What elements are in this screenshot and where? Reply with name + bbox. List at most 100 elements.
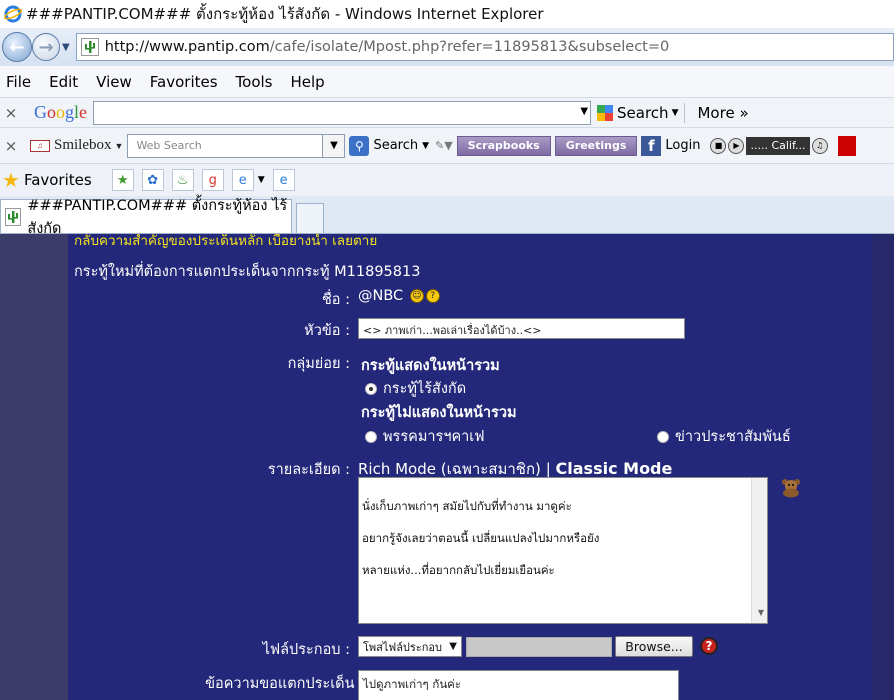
file-path-input[interactable] [466,637,612,657]
textarea-scrollbar[interactable]: ▼ [751,478,767,623]
radio-player: ■ ▶ ..... Calif... ♫ [710,136,828,156]
post-form: กลับความสำคัญของประเด็นหลัก เบื่อยางนำ เ… [68,234,872,700]
menu-favorites[interactable]: Favorites [146,73,222,91]
forward-button[interactable]: → [32,33,60,61]
ie-icon [4,5,22,23]
split-label: ข้อความขอแตกประเด็น : [205,676,364,692]
left-margin [0,234,68,700]
cut-text: กลับความสำคัญของประเด็นหลัก เบื่อยางนำ เ… [74,234,378,249]
group-hidden-heading: กระทู้ไม่แสดงในหน้ารวม [361,405,517,421]
radio-isolate[interactable]: กระทู้ไร้สังกัด [365,377,466,400]
back-button[interactable]: ← [2,32,32,62]
favorites-button[interactable]: Favorites [24,171,92,189]
login-link[interactable]: Login [665,138,700,153]
tab-pantip[interactable]: ###PANTIP.COM### ตั้งกระทู้ห้อง ไร้สังกั… [0,198,292,237]
youtube-icon[interactable] [837,135,856,156]
more-button[interactable]: More » [697,104,748,122]
history-dropdown-icon[interactable]: ▼ [62,42,70,53]
page-content: กลับความสำคัญของประเด็นหลัก เบื่อยางนำ เ… [0,234,894,700]
search-icon: ⚲ [349,135,370,156]
mode-separator: | [545,460,551,478]
radio-selected-icon [365,383,377,395]
stop-icon[interactable]: ■ [710,137,727,154]
ie-favorite-icon[interactable]: e [231,169,254,191]
smilebox-icon: ♫ [30,139,50,152]
menu-tools[interactable]: Tools [232,73,277,91]
close-toolbar-icon[interactable]: × [2,137,20,155]
form-headline: กระทู้ใหม่ที่ต้องการแตกประเด็นจากกระทู้ … [74,264,421,280]
google-search-button[interactable]: Search ▼ [597,104,678,122]
google-search-input[interactable]: ▼ [93,100,592,125]
chevron-down-icon[interactable]: ▼ [580,106,588,117]
address-input[interactable]: http://www.pantip.com/cafe/isolate/Mpost… [75,33,894,61]
group-shown-heading: กระทู้แสดงในหน้ารวม [361,358,500,374]
smilebox-search-button[interactable]: ⚲ Search ▼ [349,135,429,156]
ie-favorite-icon[interactable]: e [272,169,295,191]
detail-text: นั่งเก็บภาพเก่าๆ สมัยไปกับที่ทำงาน มาดูค… [362,499,600,577]
rich-mode-link[interactable]: Rich Mode (เฉพาะสมาชิก) [358,460,541,478]
subject-label: หัวข้อ : [304,323,350,339]
chevron-down-icon[interactable]: ▼ [258,175,265,185]
detail-textarea[interactable]: นั่งเก็บภาพเก่าๆ สมัยไปกับที่ทำงาน มาดูค… [358,477,768,624]
smilebox-logo[interactable]: ♫ Smilebox ▼ [30,137,123,154]
question-smiley-icon: ? [425,289,440,303]
new-tab-button[interactable] [296,203,324,233]
forward-arrow-icon: → [38,36,54,58]
right-margin [872,234,894,700]
menu-bar: File Edit View Favorites Tools Help [0,66,894,98]
chevron-down-icon: ▼ [449,641,457,652]
subject-input[interactable]: <> ภาพเก่า...พอเล่าเรื่องได้บ้าง..<> [358,318,685,339]
bear-emoticon-icon[interactable] [780,478,802,498]
menu-edit[interactable]: Edit [45,73,82,91]
google-toolbar: × Google ▼ Search ▼ More » [0,98,894,128]
facebook-icon[interactable]: f [641,135,662,156]
pantip-cactus-icon [5,207,22,226]
radio-pr[interactable]: ข่าวประชาสัมพันธ์ [657,425,791,448]
smilebox-toolbar: × ♫ Smilebox ▼ Web Search ▼ ⚲ Search ▼ ✎▼ Sc… [0,128,894,164]
classic-mode-link[interactable]: Classic Mode [556,459,673,478]
help-icon[interactable]: ? [700,637,718,655]
back-arrow-icon: ← [9,36,25,58]
address-bar: ← → ▼ http://www.pantip.com/cafe/isolate… [0,28,894,66]
attach-label: ไฟล์ประกอบ : [262,642,350,658]
window-title: ###PANTIP.COM### ตั้งกระทู้ห้อง ไร้สังกั… [26,5,544,23]
radio-icon [365,431,377,443]
browse-button[interactable]: Browse... [615,636,693,657]
divider [684,102,686,123]
add-favorite-icon[interactable]: ★ [111,169,134,191]
google-logo: Google [34,102,88,122]
radio-icon [657,431,669,443]
web-search-input[interactable]: Web Search [127,133,324,158]
menu-help[interactable]: Help [287,73,329,91]
google-favorite-icon[interactable]: g [201,169,224,191]
chevron-down-icon[interactable]: ▼ [323,133,346,158]
title-bar: ###PANTIP.COM### ตั้งกระทู้ห้อง ไร้สังกั… [0,0,894,28]
favorites-bar: ★ Favorites ★ ✿ ♨ g e ▼ e [0,164,894,196]
split-reason-input[interactable]: ไปดูภาพเก่าๆ กันค่ะ [358,670,679,700]
detail-label: รายละเอียด : [267,462,350,478]
google-search-icon [597,104,614,121]
name-label: ชื่อ : [321,292,350,308]
favorites-star-icon[interactable]: ★ [2,168,20,192]
pantip-cactus-icon [80,38,99,56]
highlight-icon[interactable]: ✎▼ [435,139,453,152]
greetings-button[interactable]: Greetings [554,135,638,156]
tab-bar: ###PANTIP.COM### ตั้งกระทู้ห้อง ไร้สังกั… [0,196,894,237]
play-icon[interactable]: ▶ [728,137,745,154]
menu-file[interactable]: File [2,73,35,91]
smiley-icon: ☺ [409,289,424,303]
name-value: @NBC ☺? [358,288,440,304]
msn-butterfly-icon[interactable]: ✿ [141,169,164,191]
pantip-cactus-icon[interactable]: ♨ [171,169,194,191]
group-label: กลุ่มย่อย : [287,356,350,372]
attach-type-select[interactable]: โพสไฟล์ประกอบ ▼ [358,636,462,657]
close-toolbar-icon[interactable]: × [2,104,20,122]
menu-view[interactable]: View [92,73,136,91]
volume-icon[interactable]: ♫ [811,137,828,154]
scrapbooks-button[interactable]: Scrapbooks [456,135,551,156]
station-select[interactable]: ..... Calif... [746,136,810,155]
radio-cafe[interactable]: พรรคมารฯคาเฟ [365,425,485,448]
tab-title: ###PANTIP.COM### ตั้งกระทู้ห้อง ไร้สังกั… [27,197,288,237]
scroll-down-icon[interactable]: ▼ [758,605,764,621]
url-text: http://www.pantip.com/cafe/isolate/Mpost… [104,39,670,55]
